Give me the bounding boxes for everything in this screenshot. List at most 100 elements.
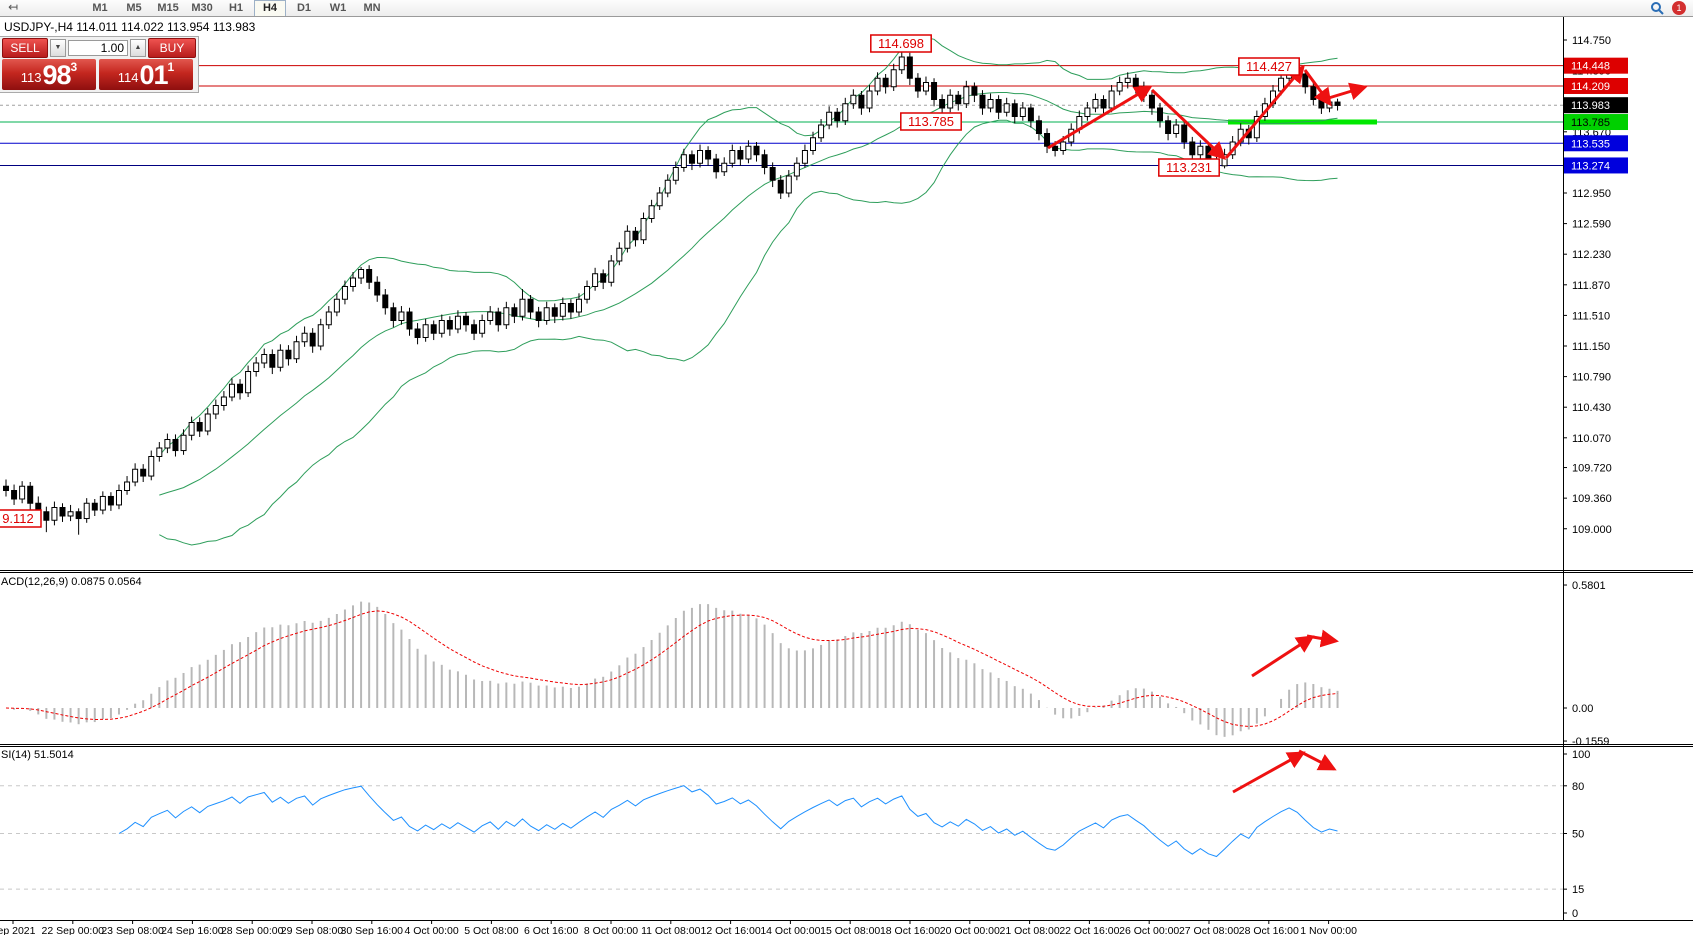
candle-body — [730, 151, 735, 164]
candle-body — [1101, 100, 1106, 109]
candle-body — [165, 440, 170, 449]
price-flag-text: 113.231 — [1166, 160, 1212, 175]
candle-body — [617, 248, 622, 261]
time-tick-label[interactable]: 28 Sep 00:00 — [221, 925, 284, 935]
candle-body — [1012, 104, 1017, 117]
candle-body — [375, 282, 380, 295]
time-tick-label[interactable]: 15 Oct 08:00 — [820, 925, 880, 935]
time-tick-label[interactable]: 26 Oct 00:00 — [1119, 925, 1179, 935]
candle-body — [827, 112, 832, 125]
bid-pips: 98 — [43, 62, 71, 88]
price-badge-label: 113.274 — [1571, 160, 1610, 172]
candle-body — [463, 316, 468, 325]
time-tick-label[interactable]: 14 Oct 00:00 — [760, 925, 820, 935]
candle-body — [875, 78, 880, 91]
candle-body — [1085, 108, 1090, 117]
candle-body — [270, 355, 275, 368]
candle-body — [1335, 102, 1340, 105]
time-tick-label[interactable]: 21 Oct 08:00 — [1000, 925, 1060, 935]
time-tick-label[interactable]: 28 Oct 16:00 — [1239, 925, 1299, 935]
candle-body — [12, 491, 17, 500]
candle-body — [334, 299, 339, 312]
candle-body — [407, 312, 412, 329]
candle-body — [996, 100, 1001, 113]
time-tick-label[interactable]: 24 Sep 16:00 — [161, 925, 224, 935]
candle-body — [585, 287, 590, 300]
time-tick-label[interactable]: 29 Sep 08:00 — [281, 925, 344, 935]
candle-body — [278, 350, 283, 367]
candle-body — [673, 168, 678, 181]
candle-body — [1061, 142, 1066, 151]
candle-body — [141, 469, 146, 476]
time-tick-label[interactable]: 22 Sep 00:00 — [42, 925, 105, 935]
chart-ohlc-info: USDJPY-,H4 114.011 114.022 113.954 113.9… — [4, 20, 255, 34]
volume-input[interactable] — [68, 40, 128, 56]
volume-decrease-button[interactable]: ▼ — [50, 39, 66, 57]
candle-body — [181, 435, 186, 450]
time-tick-label[interactable]: 23 Sep 08:00 — [101, 925, 164, 935]
time-tick-label[interactable]: 5 Oct 08:00 — [464, 925, 518, 935]
candle-body — [948, 95, 953, 108]
price-flag-text: 114.698 — [878, 36, 924, 51]
volume-increase-button[interactable]: ▲ — [130, 39, 146, 57]
time-tick-label[interactable]: 30 Sep 16:00 — [341, 925, 404, 935]
candle-body — [754, 146, 759, 155]
candle-body — [649, 206, 654, 219]
candle-body — [762, 155, 767, 168]
time-tick-label[interactable]: 11 Oct 08:00 — [641, 925, 701, 935]
rsi-tick-label: 80 — [1572, 781, 1584, 793]
candle-body — [367, 270, 372, 283]
time-tick-label[interactable]: Sep 2021 — [0, 925, 36, 935]
macd-tick-label: -0.1559 — [1572, 736, 1609, 748]
candle-body — [84, 503, 89, 518]
candle-body — [60, 508, 65, 517]
price-tick-label: 109.720 — [1572, 463, 1612, 475]
buy-button[interactable]: BUY — [148, 38, 196, 58]
candle-body — [28, 486, 33, 503]
price-tick-label: 112.230 — [1572, 249, 1611, 261]
candle-body — [689, 155, 694, 164]
candle-body — [657, 193, 662, 206]
chart-canvas[interactable]: 114.698114.427113.785113.2319.112114.750… — [0, 0, 1693, 935]
time-tick-label[interactable]: 22 Oct 16:00 — [1059, 925, 1119, 935]
time-tick-label[interactable]: 4 Oct 00:00 — [404, 925, 458, 935]
candle-body — [1190, 142, 1195, 155]
candle-body — [455, 316, 460, 329]
time-tick-label[interactable]: 20 Oct 00:00 — [940, 925, 1000, 935]
price-flag-text: 114.427 — [1246, 59, 1292, 74]
sell-button[interactable]: SELL — [2, 38, 48, 58]
time-tick-label[interactable]: 6 Oct 16:00 — [524, 925, 578, 935]
candle-body — [359, 270, 364, 279]
candle-body — [988, 100, 993, 109]
candle-body — [915, 78, 920, 91]
candle-body — [940, 100, 945, 109]
candle-body — [770, 168, 775, 181]
candle-body — [423, 325, 428, 338]
price-flag-text: 113.785 — [908, 114, 954, 129]
candle-body — [472, 325, 477, 334]
bid-price-display[interactable]: 113 98 3 — [2, 59, 96, 90]
candle-body — [52, 508, 57, 521]
time-tick-label[interactable]: 18 Oct 16:00 — [880, 925, 940, 935]
time-tick-label[interactable]: 1 Nov 00:00 — [1300, 925, 1357, 935]
candle-body — [415, 329, 420, 338]
candle-body — [972, 87, 977, 96]
candle-body — [956, 95, 961, 104]
candle-body — [351, 278, 356, 287]
ask-point: 1 — [168, 62, 175, 72]
macd-label: ACD(12,26,9) 0.0875 0.0564 — [1, 576, 142, 588]
time-tick-label[interactable]: 8 Oct 00:00 — [584, 925, 638, 935]
time-tick-label[interactable]: 12 Oct 16:00 — [701, 925, 761, 935]
price-tick-label: 111.150 — [1572, 341, 1610, 353]
candle-body — [391, 308, 396, 321]
time-tick-label[interactable]: 27 Oct 08:00 — [1179, 925, 1239, 935]
candle-body — [1109, 91, 1114, 108]
macd-tick-label: 0.5801 — [1572, 580, 1606, 592]
ask-price-display[interactable]: 114 01 1 — [99, 59, 193, 90]
candle-body — [714, 159, 719, 172]
candle-body — [1053, 146, 1058, 150]
price-badge-label: 114.209 — [1571, 81, 1610, 93]
candle-body — [899, 57, 904, 70]
candle-body — [883, 78, 888, 87]
candle-body — [811, 138, 816, 151]
